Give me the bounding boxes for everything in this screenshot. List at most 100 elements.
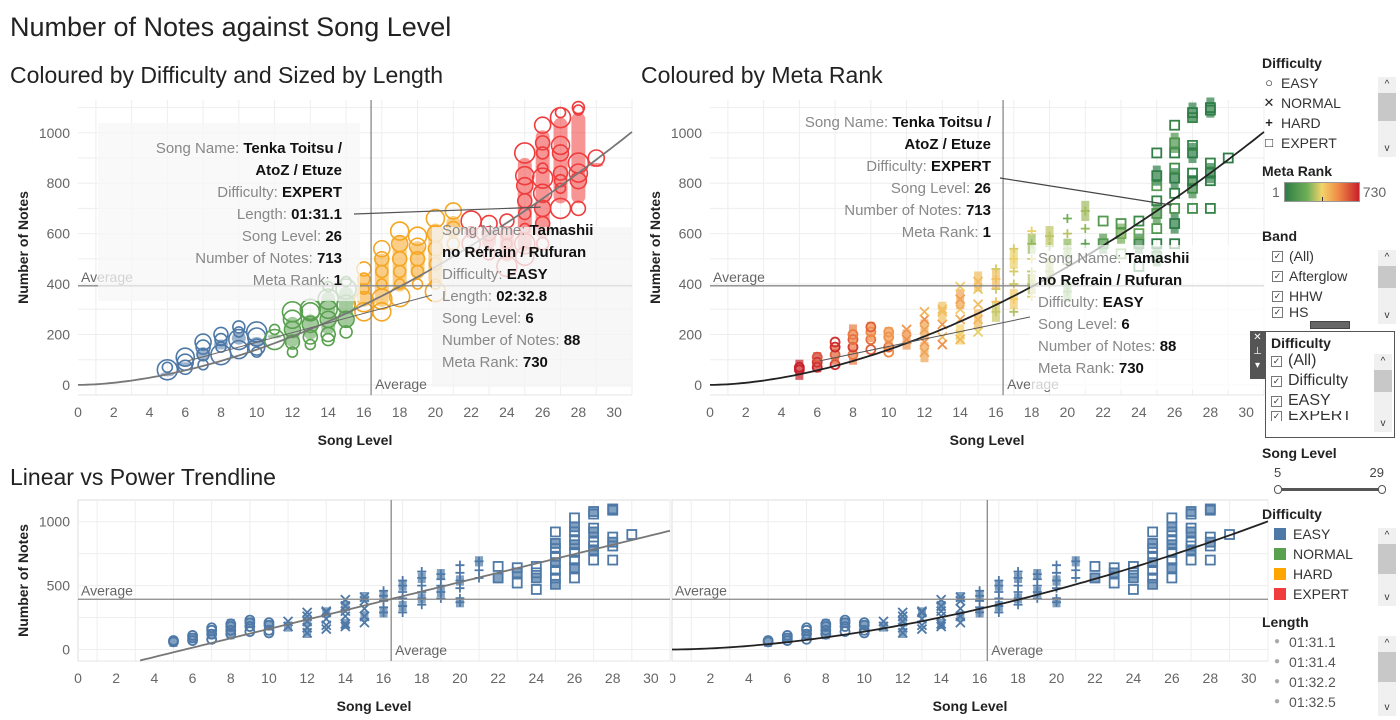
tooltip-value: EXPERT (282, 184, 342, 201)
song-level-slider-track[interactable] (1278, 488, 1382, 491)
tooltip-line: Number of Notes: 713 (195, 250, 342, 267)
scroll-up-icon[interactable]: ^ (1374, 354, 1392, 370)
drag-grip-handle[interactable] (1310, 321, 1350, 329)
scroll-thumb[interactable] (1378, 544, 1396, 574)
chart-meta-rank[interactable]: 0 2 4 6 8 10 12 14 16 18 20 22 24 26 28 300200400600800… (632, 95, 1272, 455)
difficulty-filter-all[interactable]: ✓ (All) (1271, 351, 1389, 371)
scroll-thumb[interactable] (1378, 266, 1396, 288)
tooltip-line: no Refrain / Rufuran (442, 244, 586, 261)
scroll-up-icon[interactable]: ^ (1378, 636, 1396, 652)
cross-icon: ✕ (1263, 95, 1275, 110)
song-level-min: 5 (1274, 465, 1282, 480)
x-tick-label: 2 (112, 670, 120, 686)
scroll-thumb[interactable] (1378, 93, 1396, 121)
meta-rank-legend: Meta Rank 1 730 (1262, 163, 1398, 203)
meta-rank-min: 1 (1272, 184, 1280, 200)
chart-difficulty-length[interactable]: 0 2 4 6 8 10 12 14 16 18 20 22 24 26 28 300200400600800… (0, 95, 640, 455)
tooltip-key: Number of Notes: (844, 202, 966, 219)
scroll-down-icon[interactable]: v (1378, 141, 1396, 157)
checkbox-icon[interactable]: ✓ (1271, 375, 1282, 387)
scroll-up-icon[interactable]: ^ (1378, 250, 1396, 266)
tooltip-key: Number of Notes: (195, 250, 317, 267)
checkbox-icon[interactable]: ✓ (1272, 250, 1283, 262)
shape-legend: Difficulty ○ EASY ✕ NORMAL + HARD □ EXPERT ^… (1262, 55, 1398, 157)
plot-frame (671, 499, 1269, 662)
y-tick-label: 0 (694, 377, 702, 393)
scroll-down-icon[interactable]: v (1378, 308, 1396, 324)
color-legend-scrollbar[interactable]: ^ v (1378, 528, 1396, 606)
data-point (956, 592, 965, 603)
dropdown-icon[interactable]: ▾ (1250, 359, 1265, 373)
scroll-down-icon[interactable]: v (1378, 590, 1396, 606)
tooltip-value: Tenka Toitsu / (892, 114, 991, 131)
shape-legend-scrollbar[interactable]: ^ v (1378, 77, 1396, 157)
checkbox-icon[interactable]: ✓ (1271, 411, 1282, 421)
checkbox-icon[interactable]: ✓ (1271, 395, 1282, 407)
x-tick-label: 6 (783, 670, 791, 686)
length-legend-scrollbar[interactable]: ^ v (1378, 636, 1396, 716)
difficulty-filter-expert[interactable]: ✓ EXPERT (1271, 411, 1389, 421)
band-filter-scrollbar[interactable]: ^ v (1378, 250, 1396, 324)
floating-controls: ✕ ⊥ ▾ (1250, 331, 1265, 379)
x-tick-label: 4 (146, 404, 154, 420)
tooltip-line: Length: 02:32.8 (442, 288, 547, 305)
legend-label: EASY (1281, 75, 1319, 91)
checkbox-icon[interactable]: ✓ (1272, 270, 1283, 282)
legend-label: HARD (1293, 566, 1333, 582)
tooltip-key: Song Level: (442, 310, 525, 327)
x-tick-label: 10 (249, 404, 265, 420)
scroll-up-icon[interactable]: ^ (1378, 77, 1396, 93)
pin-icon[interactable]: ⊥ (1250, 345, 1265, 359)
tooltip-key: Meta Rank: (253, 272, 334, 289)
difficulty-filter-easy[interactable]: ✓ EASY (1271, 391, 1389, 411)
chart-linear-trendline[interactable]: 0 2 4 6 8 10 12 14 16 18 20 22 24 26 28 3005001000Song … (0, 498, 672, 720)
average-label-horizontal: Average (81, 582, 133, 598)
close-icon[interactable]: ✕ (1250, 331, 1265, 345)
data-point (848, 324, 857, 345)
checkbox-icon[interactable]: ✓ (1272, 306, 1283, 318)
x-tick-label: 28 (1203, 404, 1219, 420)
x-tick-label: 6 (189, 670, 197, 686)
tooltip-value: 730 (523, 354, 548, 371)
song-level-slider-min-handle[interactable] (1274, 485, 1282, 494)
x-tick-label: 8 (822, 670, 830, 686)
data-point (1045, 226, 1054, 247)
x-tick-label: 6 (813, 404, 821, 420)
legend-label: EASY (1293, 526, 1331, 542)
y-tick-label: 1000 (671, 125, 702, 141)
data-point-cluster (213, 339, 228, 350)
tooltip-key: Difficulty: (866, 158, 931, 175)
band-filter: Band ✓ (All) ✓ Afterglow ✓ HHW ✓ HS ^ v (1262, 228, 1398, 324)
x-tick-label: 18 (392, 404, 408, 420)
chart-power-trendline[interactable]: 0 2 4 6 8 10 12 14 16 18 20 22 24 26 28 30Song LevelAve… (670, 498, 1270, 720)
difficulty-color-legend: Difficulty EASY NORMAL HARD EXPERT ^ v (1262, 506, 1398, 606)
checkbox-icon[interactable]: ✓ (1272, 290, 1283, 302)
square-icon: □ (1265, 135, 1273, 150)
x-tick-label: 14 (320, 404, 336, 420)
scroll-down-icon[interactable]: v (1374, 416, 1392, 432)
x-tick-label: 20 (1060, 404, 1076, 420)
x-tick-label: 16 (988, 404, 1004, 420)
x-tick-label: 8 (227, 670, 235, 686)
scroll-up-icon[interactable]: ^ (1378, 528, 1396, 544)
average-label-horizontal: Average (713, 269, 765, 285)
x-tick-label: 26 (1167, 404, 1183, 420)
dashboard: Number of Notes against Song Level Colou… (0, 0, 1400, 720)
scroll-thumb[interactable] (1378, 652, 1396, 682)
difficulty-filter-scrollbar[interactable]: ^ v (1374, 354, 1392, 432)
difficulty-filter-difficulty[interactable]: ✓ Difficulty (1271, 371, 1389, 391)
tooltip-line: Difficulty: EXPERT (217, 184, 342, 201)
checkbox-icon[interactable]: ✓ (1271, 355, 1282, 367)
color-legend-title: Difficulty (1262, 506, 1322, 522)
tooltip-line: Difficulty: EXPERT (866, 158, 991, 175)
data-point (919, 306, 930, 317)
shape-legend-title: Difficulty (1262, 55, 1322, 71)
dot-icon: ● (1274, 636, 1281, 647)
tooltip-line: Song Name: Tenka Toitsu / (805, 114, 992, 131)
tooltip-value: 713 (317, 250, 342, 267)
scroll-thumb[interactable] (1374, 370, 1392, 392)
song-level-slider-max-handle[interactable] (1378, 485, 1386, 494)
song-level-title: Song Level (1262, 445, 1337, 461)
legend-label: 01:32.2 (1289, 674, 1336, 690)
scroll-down-icon[interactable]: v (1378, 700, 1396, 716)
